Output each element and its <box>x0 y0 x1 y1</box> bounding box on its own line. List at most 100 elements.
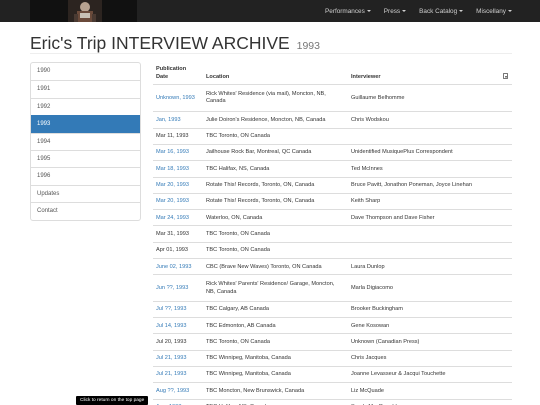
location-cell-text: Rick Whites' Residence (via mail), Monct… <box>206 90 326 105</box>
interviewer-cell <box>351 129 506 145</box>
interview-link[interactable]: Jul ??, 1993 <box>156 306 186 313</box>
publication-date-cell: Jul 21, 1993 <box>156 367 204 383</box>
interview-link[interactable]: Unknown, 1993 <box>156 95 195 102</box>
interviewer-cell-text: Liz McQuade <box>351 387 384 394</box>
table-row: Mar 11, 1993 TBC Toronto, ON Canada <box>153 127 512 145</box>
publication-date-cell: Jul 20, 1993 <box>156 334 204 350</box>
site-logo[interactable] <box>30 0 137 22</box>
location-cell-text: TBC Halifax, NS, Canada <box>206 165 270 172</box>
interview-link[interactable]: Jul 21, 1993 <box>156 355 186 362</box>
location-cell-text: TBC Moncton, New Brunswick, Canada <box>206 387 305 394</box>
nav-menu-press[interactable]: Press <box>384 8 407 15</box>
column-header-date[interactable]: Publication Date <box>156 66 196 81</box>
location-cell: TBC Halifax, NS, Canada <box>206 161 344 177</box>
interview-link[interactable]: Mar 16, 1993 <box>156 149 189 156</box>
sidebar-item-1996[interactable]: 1996 <box>31 167 140 184</box>
location-cell-text: Julie Doiron's Residence, Moncton, NB, C… <box>206 116 326 123</box>
publication-date-cell: Mar 20, 1993 <box>156 178 204 194</box>
publication-date-cell: Mar 18, 1993 <box>156 161 204 177</box>
interview-link[interactable]: Mar 20, 1993 <box>156 198 189 205</box>
interviewer-cell-text: Joanne Levasseur & Jacqui Touchette <box>351 371 446 378</box>
interviewer-cell-text: Laura Dunlop <box>351 263 385 270</box>
location-cell: Julie Doiron's Residence, Moncton, NB, C… <box>206 112 344 128</box>
interviewer-cell: Guillaume Belhomme <box>351 85 506 111</box>
sidebar-item-1994[interactable]: 1994 <box>31 132 140 150</box>
sidebar-item-contact[interactable]: Contact <box>31 202 140 219</box>
table-row: Mar 24, 1993 Waterloo, ON, Canada Dave Tho… <box>153 209 512 225</box>
publication-date-cell-text: Mar 31, 1993 <box>156 230 189 237</box>
publication-date-cell: Jul 21, 1993 <box>156 351 204 367</box>
location-cell: TBC Moncton, New Brunswick, Canada <box>206 383 344 399</box>
location-cell-text: TBC Toronto, ON Canada <box>206 230 270 237</box>
location-cell: TBC Calgary, AB Canada <box>206 302 344 318</box>
publication-date-cell: Apr 01, 1993 <box>156 243 204 259</box>
interviewer-cell-text: Guillaume Belhomme <box>351 94 405 101</box>
publication-date-cell: Mar 16, 1993 <box>156 145 204 161</box>
column-header-interviewer[interactable]: Interviewer <box>351 74 381 82</box>
interviewer-cell-text: Marla Digiacomo <box>351 284 393 291</box>
nav-menu-performances[interactable]: Performances <box>325 8 371 15</box>
interviewer-cell: Unknown (Canadian Press) <box>351 334 506 350</box>
table-header: Publication Date Location Interviewer <box>153 62 512 85</box>
interviewer-cell <box>351 226 506 242</box>
table-row: Jul 14, 1993 TBC Edmonton, AB Canada Gene … <box>153 317 512 333</box>
location-cell-text: Rotate This! Records, Toronto, ON, Canad… <box>206 182 315 189</box>
publication-date-cell: Aug ??, 1993 <box>156 383 204 399</box>
publication-date-cell: Mar 31, 1993 <box>156 226 204 242</box>
location-cell-text: TBC Toronto, ON Canada <box>206 133 270 140</box>
interviewer-cell: Unidentified MusiquePlus Correspondent <box>351 145 506 161</box>
year-sidebar: 1990 1991 1992 1993 1994 1995 1996 Updates Conta… <box>30 62 141 221</box>
table-body: Unknown, 1993 Rick Whites' Residence (via… <box>153 85 512 405</box>
interview-link[interactable]: Mar 24, 1993 <box>156 215 189 222</box>
interviewer-cell-text: Bruce Pavitt, Jonathon Poneman, Joyce Li… <box>351 182 472 189</box>
publication-date-cell: Mar 24, 1993 <box>156 210 204 226</box>
location-cell-text: Jailhouse Rock Bar, Montreal, QC Canada <box>206 149 312 156</box>
interview-link[interactable]: Mar 18, 1993 <box>156 166 189 173</box>
sidebar-item-1990[interactable]: 1990 <box>31 63 140 80</box>
table-row: Aug, 1993TBC Halifax, NS, Canada Sandy Ma… <box>153 398 512 405</box>
interviewer-cell: Brooker Buckingham <box>351 302 506 318</box>
location-cell-text: TBC Toronto, ON Canada <box>206 247 270 254</box>
interview-link[interactable]: Aug ??, 1993 <box>156 388 189 395</box>
publication-date-cell: Mar 11, 1993 <box>156 129 204 145</box>
location-cell-text: Rick Whites' Parents' Residence/ Garage,… <box>206 281 335 295</box>
column-header-location[interactable]: Location <box>206 74 229 82</box>
interview-link[interactable]: Jul 14, 1993 <box>156 323 186 330</box>
interviewer-cell-text: Brooker Buckingham <box>351 306 403 313</box>
interviewer-cell: Joanne Levasseur & Jacqui Touchette <box>351 367 506 383</box>
location-cell: Rick Whites' Parents' Residence/ Garage,… <box>206 275 344 301</box>
interviewer-cell: Liz McQuade <box>351 383 506 399</box>
interviewer-cell: Sandy MacDonald <box>351 400 506 405</box>
interview-link[interactable]: June 02, 1993 <box>156 264 191 271</box>
interviewer-cell-text: Dave Thompson and Dave Fisher <box>351 214 435 221</box>
interview-link[interactable]: Mar 20, 1993 <box>156 182 189 189</box>
location-cell: Rick Whites' Residence (via mail), Monct… <box>206 85 344 111</box>
nav-menu-miscellany[interactable]: Miscellany <box>476 8 512 15</box>
sidebar-item-1993[interactable]: 1993 <box>31 115 140 133</box>
interviewer-cell-text: Gene Kosowan <box>351 322 390 329</box>
caret-down-icon <box>508 9 512 12</box>
interview-link[interactable]: Jun ??, 1993 <box>156 285 188 292</box>
nav-menu-back-catalog[interactable]: Back Catalog <box>419 8 464 15</box>
document-icon[interactable] <box>503 73 508 79</box>
nav-menu-label: Performances <box>325 7 365 15</box>
sidebar-item-1995[interactable]: 1995 <box>31 149 140 167</box>
interviewer-cell-text: Chris Jacques <box>351 355 387 362</box>
interview-link[interactable]: Jul 21, 1993 <box>156 371 186 378</box>
location-cell-text: TBC Winnipeg, Manitoba, Canada <box>206 355 291 362</box>
sidebar-item-updates[interactable]: Updates <box>31 184 140 202</box>
table-row: Aug ??, 1993 TBC Moncton, New Brunswick, … <box>153 382 512 398</box>
location-cell: TBC Toronto, ON Canada <box>206 334 344 350</box>
location-cell: Jailhouse Rock Bar, Montreal, QC Canada <box>206 145 344 161</box>
location-cell-text: TBC Edmonton, AB Canada <box>206 322 276 329</box>
interviewer-cell: Chris Jacques <box>351 351 506 367</box>
page-header: Eric's Trip INTERVIEW ARCHIVE 1993 <box>30 34 512 54</box>
caret-down-icon <box>402 9 407 12</box>
sidebar-item-1991[interactable]: 1991 <box>31 80 140 97</box>
sidebar-item-1992[interactable]: 1992 <box>31 97 140 115</box>
return-to-top-tooltip[interactable]: Click to return on the top page <box>76 396 149 405</box>
interviewer-cell-text: Ted McInnes <box>351 165 383 172</box>
location-cell-text: TBC Toronto, ON Canada <box>206 338 270 345</box>
interview-table: Publication Date Location Interviewer Un… <box>153 62 512 405</box>
interview-link[interactable]: Jan, 1993 <box>156 117 181 124</box>
